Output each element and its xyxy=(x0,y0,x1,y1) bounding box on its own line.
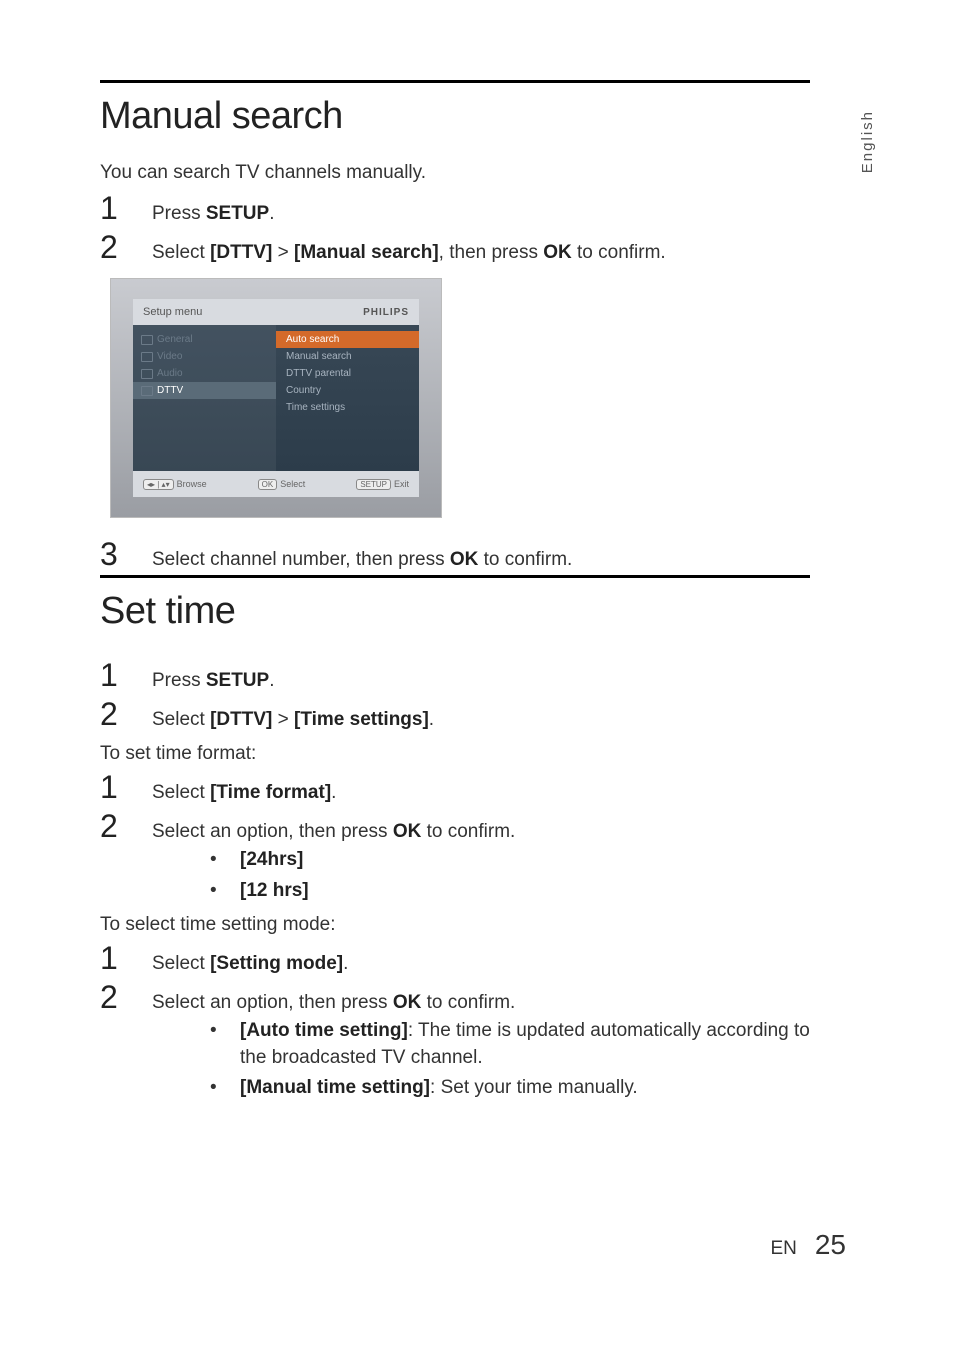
step-text: Select an option, then press OK to confi… xyxy=(152,986,515,1014)
sub-heading: To select time setting mode: xyxy=(100,914,810,936)
step-row: 2 Select an option, then press OK to con… xyxy=(100,808,810,845)
step-text: Press SETUP. xyxy=(152,197,275,225)
option-list: [24hrs] [12 hrs] xyxy=(200,847,810,904)
menu-item-general: General xyxy=(133,331,276,348)
page-number: 25 xyxy=(815,1229,846,1261)
step-text: Select [DTTV] > [Time settings]. xyxy=(152,703,434,731)
section-divider xyxy=(100,575,810,578)
step-number: 1 xyxy=(100,190,152,227)
menu-right-panel: Auto search Manual search DTTV parental … xyxy=(276,325,419,471)
step-number: 1 xyxy=(100,769,152,806)
sub-heading: To set time format: xyxy=(100,743,810,765)
list-item: [Auto time setting]: The time is updated… xyxy=(200,1018,810,1071)
step-row: 3 Select channel number, then press OK t… xyxy=(100,536,810,573)
list-item: [24hrs] xyxy=(200,847,810,874)
list-item: [Manual time setting]: Set your time man… xyxy=(200,1075,810,1102)
footer-exit: SETUPExit xyxy=(356,479,409,490)
brand-logo: PHILIPS xyxy=(363,307,409,318)
step-text: Press SETUP. xyxy=(152,664,275,692)
step-text: Select [Time format]. xyxy=(152,776,336,804)
menu-option-auto-search: Auto search xyxy=(276,331,419,348)
section-title-set-time: Set time xyxy=(100,590,810,633)
section-divider xyxy=(100,80,810,83)
step-row: 2 Select [DTTV] > [Manual search], then … xyxy=(100,229,810,266)
step-row: 2 Select [DTTV] > [Time settings]. xyxy=(100,696,810,733)
page-content: Manual search You can search TV channels… xyxy=(100,80,810,1106)
step-number: 2 xyxy=(100,808,152,845)
step-number: 2 xyxy=(100,696,152,733)
step-number: 2 xyxy=(100,979,152,1016)
step-text: Select [Setting mode]. xyxy=(152,947,348,975)
setup-menu-screenshot: Setup menu PHILIPS General Video Audio D… xyxy=(110,278,442,518)
language-tab: English xyxy=(859,110,876,173)
menu-left-panel: General Video Audio DTTV xyxy=(133,325,276,471)
step-row: 1 Select [Setting mode]. xyxy=(100,940,810,977)
menu-option-manual-search: Manual search xyxy=(276,348,419,365)
step-text: Select [DTTV] > [Manual search], then pr… xyxy=(152,236,666,264)
step-row: 1 Select [Time format]. xyxy=(100,769,810,806)
footer-browse: ◂▸ | ▴▾Browse xyxy=(143,479,207,490)
step-text: Select channel number, then press OK to … xyxy=(152,543,572,571)
step-number: 1 xyxy=(100,940,152,977)
menu-option-country: Country xyxy=(276,382,419,399)
step-number: 1 xyxy=(100,657,152,694)
intro-text: You can search TV channels manually. xyxy=(100,162,810,184)
option-list: [Auto time setting]: The time is updated… xyxy=(200,1018,810,1102)
menu-item-audio: Audio xyxy=(133,365,276,382)
step-number: 2 xyxy=(100,229,152,266)
page-footer: EN 25 xyxy=(770,1229,846,1261)
step-row: 1 Press SETUP. xyxy=(100,190,810,227)
step-row: 1 Press SETUP. xyxy=(100,657,810,694)
step-number: 3 xyxy=(100,536,152,573)
menu-option-dttv-parental: DTTV parental xyxy=(276,365,419,382)
footer-select: OKSelect xyxy=(258,479,306,490)
menu-option-time-settings: Time settings xyxy=(276,399,419,416)
section-title-manual-search: Manual search xyxy=(100,95,810,138)
menu-title: Setup menu xyxy=(143,306,202,318)
page-language: EN xyxy=(770,1238,796,1260)
menu-item-video: Video xyxy=(133,348,276,365)
step-row: 2 Select an option, then press OK to con… xyxy=(100,979,810,1016)
menu-item-dttv: DTTV xyxy=(133,382,276,399)
list-item: [12 hrs] xyxy=(200,878,810,905)
step-text: Select an option, then press OK to confi… xyxy=(152,815,515,843)
